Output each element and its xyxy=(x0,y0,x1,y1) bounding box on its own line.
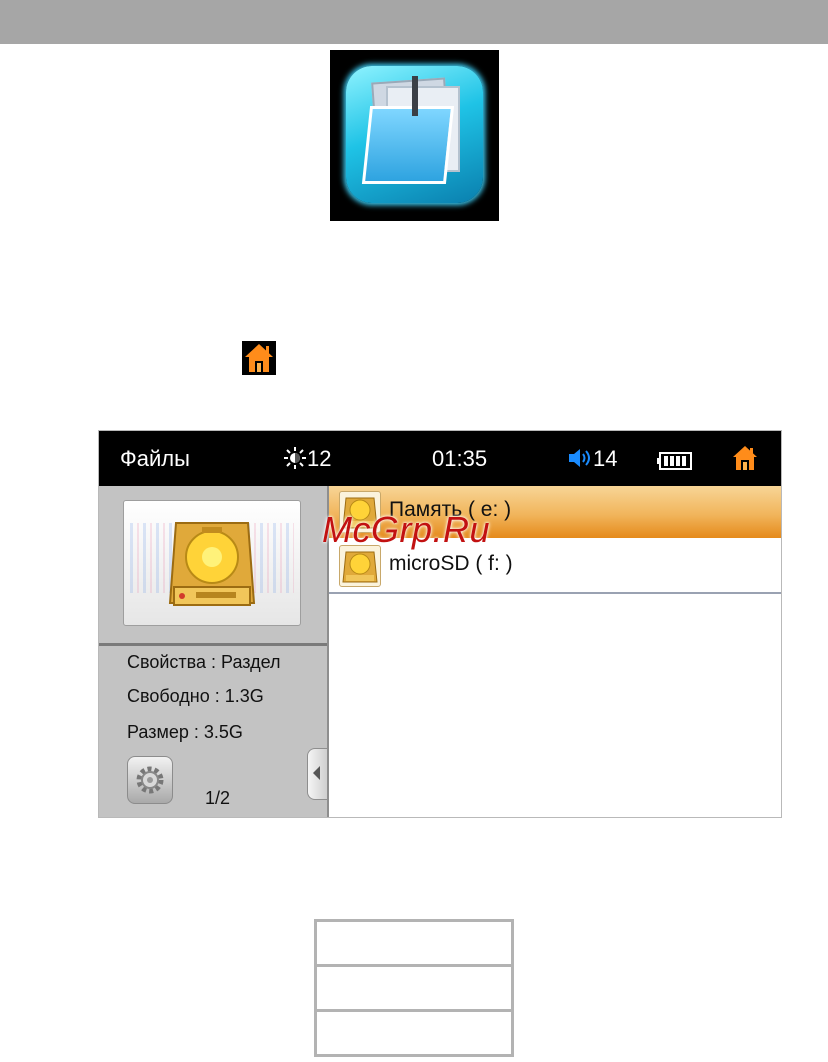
gear-icon xyxy=(136,766,164,794)
app-icon-clip xyxy=(412,76,418,116)
empty-table xyxy=(314,919,514,1057)
brightness-value: 12 xyxy=(307,446,332,471)
drive-icon xyxy=(339,545,381,587)
home-icon xyxy=(733,446,757,470)
table-row xyxy=(314,919,514,967)
watermark-text: McGrp.Ru xyxy=(322,509,491,550)
page-indicator: 1/2 xyxy=(205,788,231,808)
settings-button[interactable] xyxy=(127,756,173,804)
brightness-indicator: 12 xyxy=(283,446,331,472)
table-row xyxy=(314,964,514,1012)
sun-icon xyxy=(284,447,306,469)
top-gray-bar xyxy=(0,0,828,44)
battery-icon xyxy=(657,450,693,476)
home-icon xyxy=(242,341,276,375)
device-screen: Файлы 12 01:35 14 Свойства: Раздел Своб… xyxy=(98,430,782,818)
status-home-button[interactable] xyxy=(731,444,759,478)
volume-indicator: 14 xyxy=(567,446,617,472)
files-app-icon xyxy=(330,50,499,221)
panel-divider xyxy=(99,643,327,646)
list-item-label: microSD ( f: ) xyxy=(389,552,513,575)
volume-value: 14 xyxy=(593,446,618,471)
collapse-panel-button[interactable] xyxy=(307,748,327,800)
status-bar: Файлы 12 01:35 14 xyxy=(99,431,781,486)
speaker-icon xyxy=(569,449,590,467)
details-panel: Свойства : Раздел Свободно : 1.3G Размер… xyxy=(99,486,327,817)
table-row xyxy=(314,1009,514,1057)
chevron-left-icon xyxy=(313,766,320,780)
screen-title: Файлы xyxy=(120,446,190,471)
properties-line: Свойства : Раздел xyxy=(127,652,281,672)
app-icon-folder xyxy=(361,106,455,184)
drive-preview xyxy=(123,500,301,626)
free-space-line: Свободно : 1.3G xyxy=(127,686,264,706)
clock: 01:35 xyxy=(432,446,488,471)
hard-drive-icon xyxy=(168,522,256,606)
size-line: Размер : 3.5G xyxy=(127,722,243,742)
